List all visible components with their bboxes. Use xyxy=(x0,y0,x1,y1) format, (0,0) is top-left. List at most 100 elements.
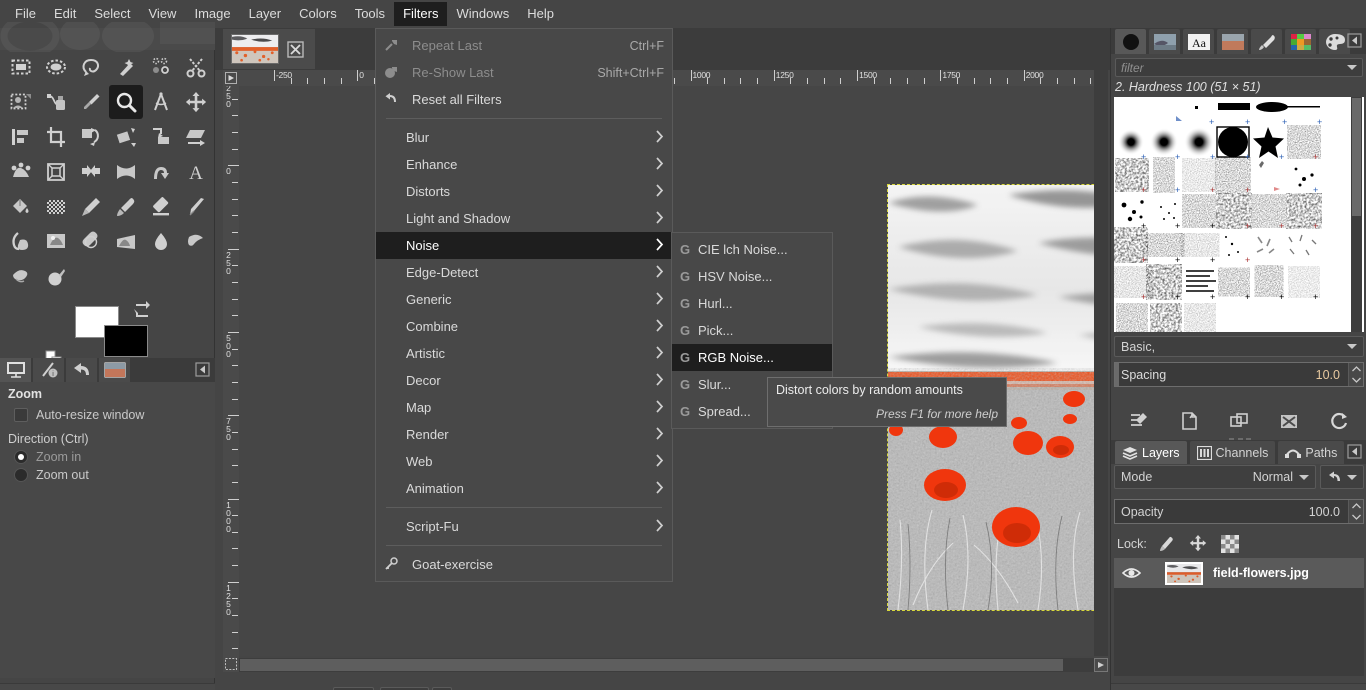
duplicate-brush-button[interactable] xyxy=(1229,411,1249,431)
device-status-tab[interactable]: i xyxy=(33,358,64,382)
cage-transform-icon[interactable] xyxy=(109,155,143,189)
horizontal-scrollbar-thumb[interactable] xyxy=(240,659,1063,671)
ink-icon[interactable] xyxy=(179,190,213,224)
measure-icon[interactable] xyxy=(144,85,178,119)
shear-icon[interactable] xyxy=(179,120,213,154)
menu-hsv-noise[interactable]: G HSV Noise... xyxy=(672,263,832,290)
move-icon[interactable] xyxy=(179,85,213,119)
patterns-tab[interactable] xyxy=(1149,29,1180,54)
fuzzy-select-icon[interactable] xyxy=(109,50,143,84)
navigation-preview-button[interactable] xyxy=(1094,658,1108,672)
tool-presets-tab[interactable] xyxy=(1251,29,1282,54)
chevron-down-icon-4[interactable] xyxy=(1347,344,1357,349)
layers-dock-menu-icon[interactable] xyxy=(1347,444,1362,459)
spacing-value[interactable]: 10.0 xyxy=(1316,368,1340,382)
menu-cie-lch-noise[interactable]: G CIE lch Noise... xyxy=(672,236,832,263)
vertical-scrollbar[interactable] xyxy=(1094,70,1108,656)
menu-map[interactable]: Map xyxy=(376,394,672,421)
chevron-down-icon-8[interactable] xyxy=(1351,514,1361,521)
palettes-tab[interactable] xyxy=(1319,29,1350,54)
menu-distorts[interactable]: Distorts xyxy=(376,178,672,205)
menu-animation[interactable]: Animation xyxy=(376,475,672,502)
menu-render[interactable]: Render xyxy=(376,421,672,448)
bucket-fill-icon[interactable] xyxy=(4,190,38,224)
menu-goat-exercise[interactable]: Goat-exercise xyxy=(376,551,672,578)
layer-mode-combo[interactable]: Mode Normal xyxy=(1114,465,1316,489)
zoom-icon[interactable] xyxy=(109,85,143,119)
brush-grid[interactable]: + + + + + + + + + + + + + + + + + + + + … xyxy=(1114,97,1364,332)
heal-icon[interactable] xyxy=(74,225,108,259)
brush-grid-scrollbar[interactable] xyxy=(1351,97,1362,332)
quickmask-toggle[interactable] xyxy=(223,656,239,672)
menu-enhance[interactable]: Enhance xyxy=(376,151,672,178)
color-picker-icon[interactable] xyxy=(74,85,108,119)
ruler-origin-button[interactable] xyxy=(223,70,239,86)
airbrush-icon[interactable] xyxy=(39,260,73,294)
zoom-out-option[interactable]: Zoom out xyxy=(14,468,209,482)
close-view-icon[interactable] xyxy=(287,40,304,58)
right-dock-menu-icon[interactable] xyxy=(1347,33,1362,48)
menu-decor[interactable]: Decor xyxy=(376,367,672,394)
menu-blur[interactable]: Blur xyxy=(376,124,672,151)
chevron-down-icon-5[interactable] xyxy=(1351,377,1361,384)
tab-layers[interactable]: Layers xyxy=(1115,441,1187,464)
smudge-icon[interactable] xyxy=(179,225,213,259)
crop-icon[interactable] xyxy=(39,120,73,154)
menu-hurl[interactable]: G Hurl... xyxy=(672,290,832,317)
menu-repeat-last[interactable]: Repeat Last Ctrl+F xyxy=(376,32,672,59)
layer-list-item[interactable]: field-flowers.jpg xyxy=(1114,558,1364,588)
layer-list[interactable]: field-flowers.jpg xyxy=(1114,558,1364,676)
new-brush-button[interactable] xyxy=(1179,411,1199,431)
filters-menu[interactable]: Repeat Last Ctrl+F Re-Show Last Shift+Ct… xyxy=(375,28,673,582)
scale-icon[interactable] xyxy=(144,120,178,154)
menu-generic[interactable]: Generic xyxy=(376,286,672,313)
dodge-burn-icon[interactable] xyxy=(4,260,38,294)
warp-transform-icon[interactable] xyxy=(144,155,178,189)
vertical-ruler[interactable]: 250 0 250 500 750 1000 1250 xyxy=(223,86,239,656)
unified-transform-icon[interactable] xyxy=(109,120,143,154)
opacity-spinner[interactable] xyxy=(1348,500,1363,523)
handle-transform-icon[interactable] xyxy=(4,155,38,189)
image-tab[interactable] xyxy=(223,29,315,69)
reset-blend-options-button[interactable] xyxy=(1320,465,1364,489)
text-icon[interactable]: A xyxy=(179,155,213,189)
alignment-icon[interactable] xyxy=(4,120,38,154)
perspective-clone-icon[interactable] xyxy=(109,225,143,259)
edit-brush-button[interactable] xyxy=(1129,411,1149,431)
spacing-slider[interactable]: Spacing 10.0 xyxy=(1114,362,1364,387)
tool-options-tab[interactable] xyxy=(0,358,31,382)
refresh-brushes-button[interactable] xyxy=(1329,411,1349,431)
chevron-down-icon-3[interactable] xyxy=(1347,65,1357,70)
menu-help[interactable]: Help xyxy=(518,2,563,26)
menu-light-and-shadow[interactable]: Light and Shadow xyxy=(376,205,672,232)
eye-icon[interactable] xyxy=(1122,566,1141,580)
delete-brush-button[interactable] xyxy=(1279,411,1299,431)
fonts-tab[interactable]: Aa xyxy=(1183,29,1214,54)
opacity-value[interactable]: 100.0 xyxy=(1309,505,1340,519)
foreground-select-icon[interactable] xyxy=(4,85,38,119)
brushes-tab[interactable] xyxy=(1115,29,1146,54)
free-select-icon[interactable] xyxy=(74,50,108,84)
brush-set-combo[interactable]: Basic, xyxy=(1114,336,1364,357)
blur-sharpen-icon[interactable] xyxy=(144,225,178,259)
zoom-in-option[interactable]: Zoom in xyxy=(14,450,209,464)
menu-tools[interactable]: Tools xyxy=(346,2,394,26)
clone-icon[interactable] xyxy=(39,225,73,259)
pencil-icon[interactable] xyxy=(74,190,108,224)
chevron-up-icon-2[interactable] xyxy=(1351,502,1361,509)
background-color-swatch[interactable] xyxy=(104,325,148,357)
rotate-icon[interactable] xyxy=(74,120,108,154)
menu-combine[interactable]: Combine xyxy=(376,313,672,340)
mypaint-brush-icon[interactable] xyxy=(4,225,38,259)
brush-filter-input[interactable]: filter xyxy=(1115,58,1363,77)
ellipse-select-icon[interactable] xyxy=(39,50,73,84)
menu-noise[interactable]: Noise xyxy=(376,232,672,259)
opacity-slider[interactable]: Opacity 100.0 xyxy=(1114,499,1364,524)
tab-paths[interactable]: Paths xyxy=(1278,441,1345,464)
lock-alpha-icon[interactable] xyxy=(1220,535,1239,553)
menu-script-fu[interactable]: Script-Fu xyxy=(376,513,672,540)
swap-colors-icon[interactable] xyxy=(133,300,151,318)
lock-position-icon[interactable] xyxy=(1189,535,1207,553)
undo-history-tab[interactable] xyxy=(66,358,97,382)
menu-colors[interactable]: Colors xyxy=(290,2,346,26)
